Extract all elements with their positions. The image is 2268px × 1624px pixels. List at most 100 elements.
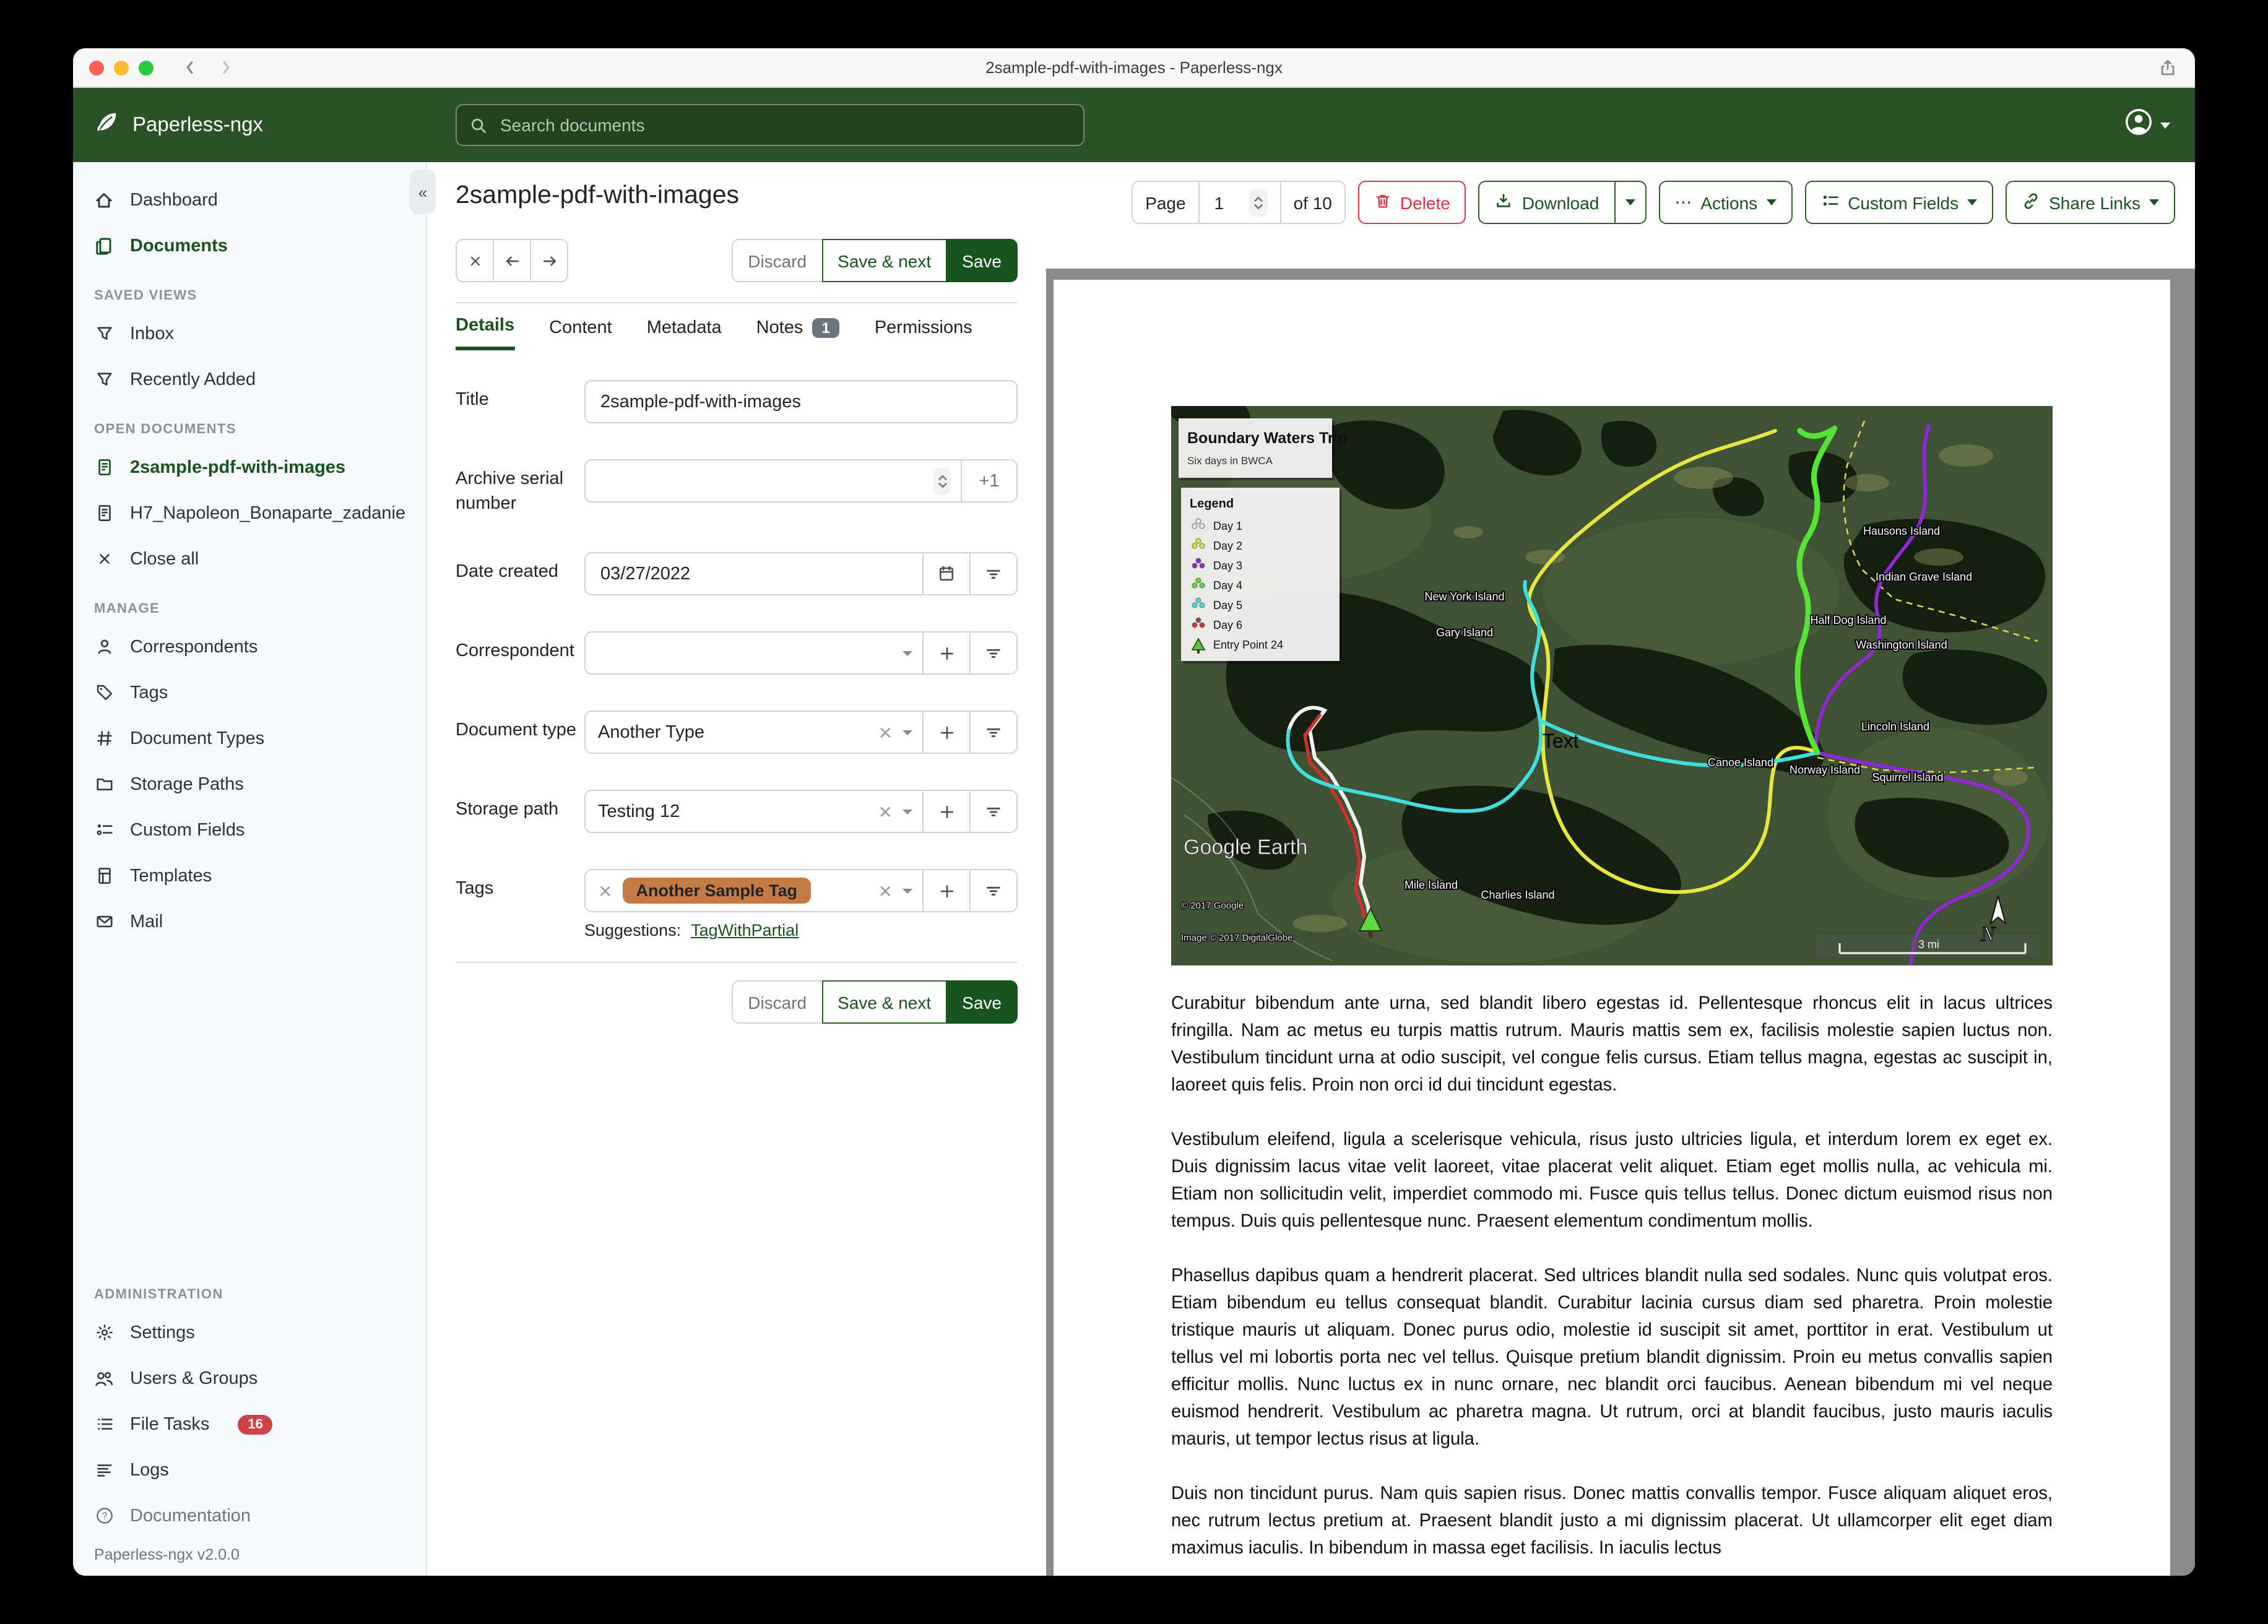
clear-icon[interactable]: ✕ xyxy=(878,882,893,899)
sidebar-open-doc-napoleon[interactable]: H7_Napoleon_Bonaparte_zadanie xyxy=(73,490,426,536)
tab-notes[interactable]: Notes 1 xyxy=(756,316,840,350)
save-next-button[interactable]: Save & next xyxy=(821,239,948,282)
brand[interactable]: Paperless-ngx xyxy=(73,109,427,141)
chevron-down-icon xyxy=(1967,199,1978,205)
page-number-input[interactable] xyxy=(1211,191,1244,214)
tags-filter-button[interactable] xyxy=(969,870,1016,912)
sidebar-close-all[interactable]: Close all xyxy=(73,536,426,582)
map-label: Norway Island xyxy=(1790,764,1860,776)
download-button[interactable]: Download xyxy=(1478,181,1616,224)
browser-back-button[interactable] xyxy=(181,58,199,77)
add-correspondent-button[interactable] xyxy=(922,633,969,674)
sidebar-item-documentation[interactable]: ? Documentation xyxy=(73,1493,426,1539)
save-button[interactable]: Save xyxy=(946,239,1018,282)
clear-icon[interactable]: ✕ xyxy=(878,803,893,820)
calendar-icon[interactable] xyxy=(922,553,969,595)
title-input[interactable] xyxy=(598,391,1004,413)
page-stepper[interactable] xyxy=(1249,189,1268,216)
browser-forward-button[interactable] xyxy=(217,58,235,77)
sidebar-item-inbox[interactable]: Inbox xyxy=(73,311,426,356)
tab-details[interactable]: Details xyxy=(456,316,515,350)
close-window-button[interactable] xyxy=(89,60,104,75)
storage-path-label: Storage path xyxy=(456,800,559,820)
sidebar-item-logs[interactable]: Logs xyxy=(73,1447,426,1493)
chevron-down-icon xyxy=(902,888,912,894)
next-document-button[interactable] xyxy=(530,239,568,282)
map-label: Half Dog Island xyxy=(1810,614,1886,626)
sidebar-item-storage-paths[interactable]: Storage Paths xyxy=(73,761,426,807)
user-avatar-icon xyxy=(2124,108,2153,142)
content-area: « 2sample-pdf-with-images Page of 10 xyxy=(410,162,2195,1576)
close-document-button[interactable] xyxy=(456,239,494,282)
user-menu[interactable] xyxy=(2124,108,2170,142)
sidebar-item-settings[interactable]: Settings xyxy=(73,1310,426,1355)
document-type-select[interactable]: Another Type ✕ xyxy=(586,712,922,753)
sidebar-open-doc-current[interactable]: 2sample-pdf-with-images xyxy=(73,444,426,490)
map-legend: Legend Day 1 Day 2 Day 3 Day 4 Day 5 Day… xyxy=(1181,488,1342,663)
save-next-button[interactable]: Save & next xyxy=(821,980,948,1024)
download-options-button[interactable] xyxy=(1614,181,1647,224)
add-tag-button[interactable] xyxy=(922,870,969,912)
divider xyxy=(456,302,1018,303)
sidebar-item-recently-added[interactable]: Recently Added xyxy=(73,356,426,402)
search-bar[interactable] xyxy=(456,104,1084,146)
chevron-down-icon xyxy=(902,650,912,656)
sidebar-item-documents[interactable]: Documents xyxy=(73,223,426,269)
tab-content[interactable]: Content xyxy=(549,316,612,350)
previous-document-button[interactable] xyxy=(493,239,531,282)
share-icon[interactable] xyxy=(2158,57,2178,84)
chevron-down-icon xyxy=(902,730,912,735)
suggestion-tag-link[interactable]: TagWithPartial xyxy=(691,921,799,939)
map-subtitle: Six days in BWCA xyxy=(1187,455,1273,467)
asn-plus-one-button[interactable]: +1 xyxy=(961,460,1016,501)
tab-permissions[interactable]: Permissions xyxy=(875,316,972,350)
date-created-input[interactable] xyxy=(598,563,912,585)
scale-label: 3 mi xyxy=(1918,938,1939,951)
zoom-window-button[interactable] xyxy=(139,60,154,75)
custom-fields-button[interactable]: Custom Fields xyxy=(1804,181,1994,224)
save-button[interactable]: Save xyxy=(946,980,1018,1024)
clear-icon[interactable]: ✕ xyxy=(878,723,893,741)
discard-button[interactable]: Discard xyxy=(732,980,823,1024)
search-input[interactable] xyxy=(498,114,1071,136)
pdf-preview-panel[interactable]: Hausons Island New York Island Gary Isla… xyxy=(1046,269,2195,1576)
remove-tag-icon[interactable]: ✕ xyxy=(598,882,612,899)
storage-path-select[interactable]: Testing 12 ✕ xyxy=(586,791,922,832)
asn-stepper[interactable] xyxy=(933,467,951,495)
pdf-paragraph: Duis non tincidunt purus. Nam quis sapie… xyxy=(1171,1484,2053,1558)
sidebar-item-dashboard[interactable]: Dashboard xyxy=(73,177,426,223)
date-filter-button[interactable] xyxy=(969,553,1016,595)
tags-select[interactable]: ✕ Another Sample Tag ✕ xyxy=(586,870,922,911)
legend-label: Day 4 xyxy=(1213,579,1242,592)
correspondent-label: Correspondent xyxy=(456,641,574,662)
document-type-filter-button[interactable] xyxy=(969,712,1016,753)
add-storage-path-button[interactable] xyxy=(922,791,969,832)
sidebar-item-users-groups[interactable]: Users & Groups xyxy=(73,1355,426,1401)
tab-metadata[interactable]: Metadata xyxy=(647,316,722,350)
document-type-label: Document type xyxy=(456,720,577,741)
sidebar-item-file-tasks[interactable]: File Tasks 16 xyxy=(73,1401,426,1447)
share-links-button[interactable]: Share Links xyxy=(2006,181,2175,224)
sidebar-collapse-button[interactable]: « xyxy=(410,170,436,214)
map-label: Squirrel Island xyxy=(1872,771,1943,784)
sidebar-item-tags[interactable]: Tags xyxy=(73,670,426,715)
delete-button[interactable]: Delete xyxy=(1357,181,1466,224)
minimize-window-button[interactable] xyxy=(114,60,129,75)
correspondent-select[interactable] xyxy=(586,633,922,673)
discard-button[interactable]: Discard xyxy=(732,239,823,282)
add-document-type-button[interactable] xyxy=(922,712,969,753)
sidebar-item-custom-fields[interactable]: Custom Fields xyxy=(73,807,426,853)
chevron-down-icon xyxy=(1625,199,1635,205)
sidebar-item-templates[interactable]: Templates xyxy=(73,853,426,899)
custom-fields-icon xyxy=(94,821,114,839)
actions-button[interactable]: ⋯ Actions xyxy=(1658,181,1793,224)
sidebar-item-document-types[interactable]: Document Types xyxy=(73,715,426,761)
correspondent-filter-button[interactable] xyxy=(969,633,1016,674)
sidebar-item-mail[interactable]: Mail xyxy=(73,899,426,944)
page-number-field[interactable] xyxy=(1198,182,1280,223)
sidebar-item-correspondents[interactable]: Correspondents xyxy=(73,624,426,670)
section-saved-views: SAVED VIEWS xyxy=(94,288,197,303)
storage-path-filter-button[interactable] xyxy=(969,791,1016,832)
asn-input[interactable] xyxy=(598,470,929,492)
tag-chip[interactable]: Another Sample Tag xyxy=(622,878,812,904)
